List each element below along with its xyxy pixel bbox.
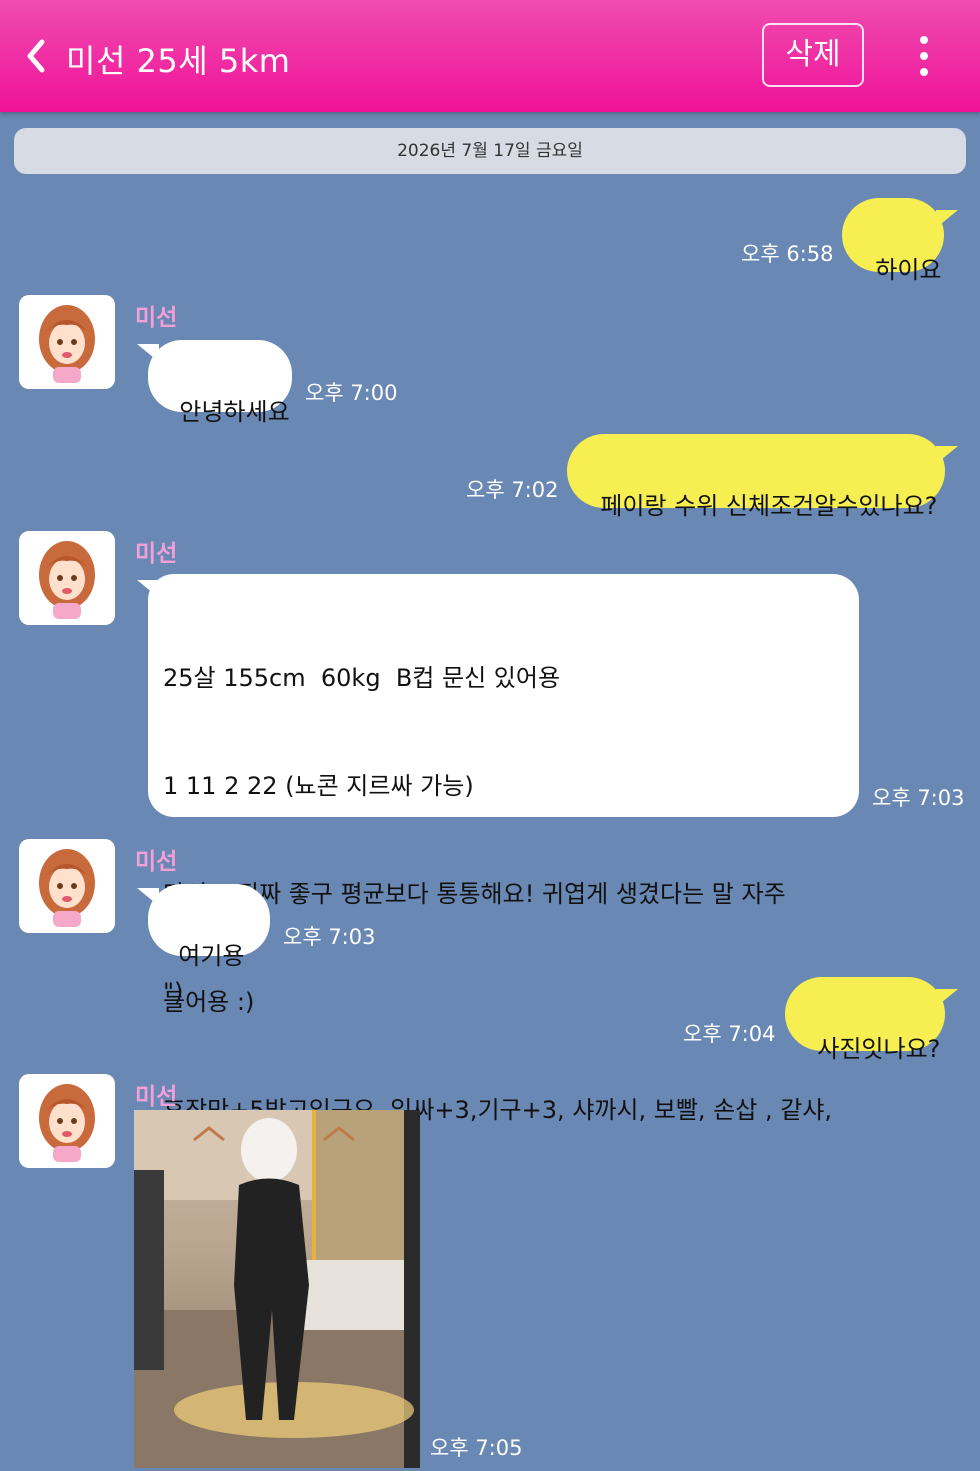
more-vertical-icon[interactable] bbox=[910, 36, 938, 78]
message-line: 25살 155cm 60kg B컵 문신 있어용 bbox=[163, 664, 561, 692]
message-time: 오후 7:03 bbox=[283, 925, 376, 949]
message-text: 페이랑 수위 신체조건알수있나요? bbox=[600, 492, 938, 520]
message-time: 오후 7:00 bbox=[305, 381, 398, 405]
message-time: 오후 7:04 bbox=[683, 1022, 776, 1046]
message-text: 사진잇나요? bbox=[817, 1035, 941, 1063]
their-message-bubble[interactable]: 25살 155cm 60kg B컵 문신 있어용 1 11 2 22 (뇨콘 지… bbox=[148, 574, 859, 1232]
bubble-tail bbox=[936, 989, 958, 1007]
avatar-girl-icon bbox=[39, 305, 95, 383]
message-line: 들어용 :) bbox=[163, 988, 255, 1016]
bubble-tail bbox=[936, 210, 958, 228]
avatar[interactable] bbox=[19, 1074, 115, 1168]
date-divider: 2026년 7월 17일 금요일 bbox=[14, 128, 966, 174]
sender-name: 미선 bbox=[135, 1084, 178, 1110]
top-bar: 미선 25세 5km 삭제 bbox=[0, 0, 980, 112]
their-message-bubble[interactable]: 여기용 ") bbox=[148, 884, 270, 1006]
their-message-bubble[interactable]: 안녕하세요 bbox=[148, 340, 292, 426]
my-message-bubble[interactable]: 페이랑 수위 신체조건알수있나요? bbox=[567, 434, 945, 520]
message-text: 하이요 bbox=[875, 256, 942, 284]
sender-name: 미선 bbox=[135, 541, 178, 567]
avatar-girl-icon bbox=[39, 1084, 95, 1162]
message-time: 오후 7:03 bbox=[872, 786, 965, 810]
bubble-tail bbox=[936, 446, 958, 464]
message-line: 1 11 2 22 (뇨콘 지르싸 가능) bbox=[163, 772, 474, 800]
chat-title: 미선 25세 5km bbox=[66, 42, 291, 80]
avatar-girl-icon bbox=[39, 849, 95, 927]
avatar[interactable] bbox=[19, 839, 115, 933]
message-time: 오후 7:05 bbox=[430, 1436, 523, 1460]
sender-name: 미선 bbox=[135, 849, 178, 875]
avatar-girl-icon bbox=[39, 541, 95, 619]
my-message-bubble[interactable]: 사진잇나요? bbox=[785, 977, 945, 1063]
chevron-left-icon[interactable] bbox=[22, 36, 52, 76]
my-message-bubble[interactable]: 하이요 bbox=[842, 198, 944, 284]
photo-attachment[interactable] bbox=[134, 1110, 420, 1468]
avatar[interactable] bbox=[19, 531, 115, 625]
delete-button[interactable]: 삭제 bbox=[762, 23, 864, 87]
message-text: 안녕하세요 bbox=[179, 398, 290, 426]
avatar[interactable] bbox=[19, 295, 115, 389]
message-time: 오후 6:58 bbox=[741, 242, 834, 266]
sender-name: 미선 bbox=[135, 305, 178, 331]
photo-image bbox=[134, 1110, 420, 1468]
message-time: 오후 7:02 bbox=[466, 478, 559, 502]
